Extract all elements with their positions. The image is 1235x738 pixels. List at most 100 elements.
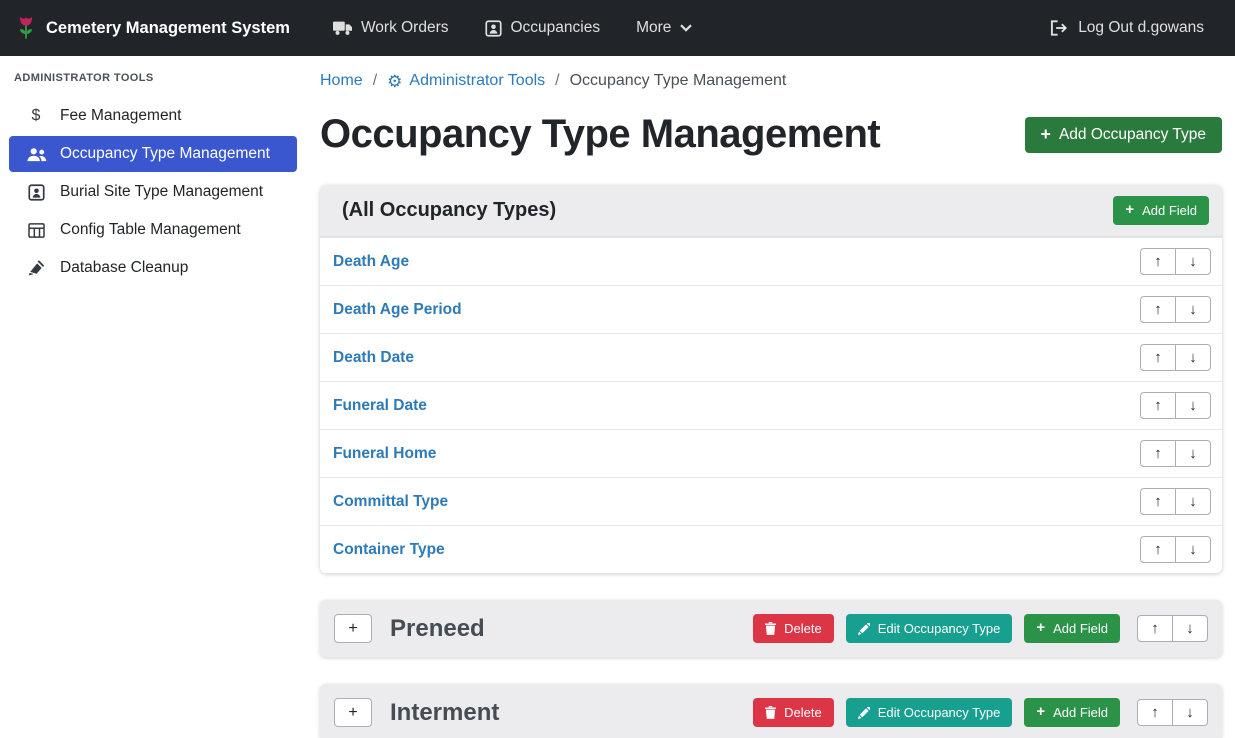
nav-occupancies[interactable]: Occupancies (470, 11, 616, 45)
move-down-button[interactable]: ↓ (1175, 392, 1211, 419)
field-link[interactable]: Funeral Home (333, 445, 436, 463)
move-down-button[interactable]: ↓ (1172, 615, 1208, 642)
breadcrumb-admin-label: Administrator Tools (409, 72, 545, 90)
main-layout: ADMINISTRATOR TOOLS $ Fee Management Occ… (0, 56, 1235, 738)
move-up-button[interactable]: ↑ (1140, 248, 1176, 275)
field-link[interactable]: Container Type (333, 541, 445, 559)
reorder-buttons: ↑ ↓ (1140, 488, 1211, 515)
arrow-down-icon: ↓ (1189, 254, 1197, 269)
arrow-down-icon: ↓ (1189, 302, 1197, 317)
add-field-button[interactable]: + Add Field (1113, 196, 1209, 225)
sidebar: ADMINISTRATOR TOOLS $ Fee Management Occ… (0, 56, 306, 738)
sidebar-item-label: Occupancy Type Management (60, 145, 270, 163)
arrow-up-icon: ↑ (1154, 494, 1162, 509)
move-up-button[interactable]: ↑ (1137, 615, 1173, 642)
move-down-button[interactable]: ↓ (1175, 248, 1211, 275)
section-title: Preneed (390, 615, 735, 643)
move-up-button[interactable]: ↑ (1140, 296, 1176, 323)
arrow-up-icon: ↑ (1154, 398, 1162, 413)
move-down-button[interactable]: ↓ (1175, 440, 1211, 467)
pencil-icon (858, 623, 870, 635)
breadcrumb-administrator-tools[interactable]: ⚙ Administrator Tools (387, 72, 545, 90)
add-field-label: Add Field (1142, 203, 1197, 218)
chevron-down-icon (680, 24, 692, 32)
pencil-icon (858, 707, 870, 719)
move-down-button[interactable]: ↓ (1175, 344, 1211, 371)
sidebar-item-label: Fee Management (60, 107, 182, 125)
move-up-button[interactable]: ↑ (1140, 344, 1176, 371)
table-icon (25, 223, 47, 238)
add-occupancy-type-label: Add Occupancy Type (1059, 126, 1206, 144)
sidebar-item-fee-management[interactable]: $ Fee Management (9, 98, 297, 134)
arrow-up-icon: ↑ (1151, 705, 1159, 720)
breadcrumb: Home / ⚙ Administrator Tools / Occupancy… (320, 72, 1222, 90)
trash-icon (765, 706, 776, 719)
plus-icon: + (1041, 126, 1051, 144)
sign-out-icon (1050, 20, 1069, 36)
field-link[interactable]: Death Date (333, 349, 414, 367)
field-row: Funeral Home ↑ ↓ (320, 429, 1222, 477)
move-down-button[interactable]: ↓ (1175, 488, 1211, 515)
dollar-icon: $ (25, 107, 47, 125)
add-field-button[interactable]: + Add Field (1024, 698, 1120, 727)
breadcrumb-home[interactable]: Home (320, 72, 363, 90)
field-link[interactable]: Death Age (333, 253, 409, 271)
plus-icon: + (1036, 705, 1045, 720)
app-brand[interactable]: Cemetery Management System (16, 15, 290, 42)
sidebar-item-occupancy-type-management[interactable]: Occupancy Type Management (9, 136, 297, 172)
arrow-up-icon: ↑ (1151, 621, 1159, 636)
arrow-down-icon: ↓ (1186, 705, 1194, 720)
arrow-down-icon: ↓ (1189, 494, 1197, 509)
nav-more[interactable]: More (621, 11, 707, 45)
field-row: Committal Type ↑ ↓ (320, 477, 1222, 525)
delete-button[interactable]: Delete (753, 698, 834, 727)
logout-link[interactable]: Log Out d.gowans (1035, 11, 1219, 45)
field-row: Death Age Period ↑ ↓ (320, 285, 1222, 333)
nav-work-orders[interactable]: Work Orders (318, 11, 464, 45)
field-row: Death Age ↑ ↓ (320, 237, 1222, 285)
nav-occupancies-label: Occupancies (511, 19, 601, 37)
arrow-down-icon: ↓ (1189, 446, 1197, 461)
logout-label: Log Out d.gowans (1078, 19, 1204, 37)
sidebar-item-config-table-management[interactable]: Config Table Management (9, 212, 297, 248)
sidebar-item-database-cleanup[interactable]: Database Cleanup (9, 250, 297, 286)
card-title: (All Occupancy Types) (342, 199, 556, 222)
move-up-button[interactable]: ↑ (1140, 488, 1176, 515)
plus-icon: + (348, 620, 357, 638)
expand-button[interactable]: + (334, 698, 372, 727)
add-field-label: Add Field (1053, 705, 1108, 720)
person-frame-icon (485, 20, 502, 37)
edit-occupancy-type-button[interactable]: Edit Occupancy Type (846, 614, 1013, 643)
move-up-button[interactable]: ↑ (1140, 536, 1176, 563)
broom-icon (25, 260, 47, 276)
delete-button[interactable]: Delete (753, 614, 834, 643)
move-down-button[interactable]: ↓ (1175, 536, 1211, 563)
field-link[interactable]: Death Age Period (333, 301, 462, 319)
move-up-button[interactable]: ↑ (1140, 440, 1176, 467)
move-down-button[interactable]: ↓ (1175, 296, 1211, 323)
field-row: Container Type ↑ ↓ (320, 525, 1222, 573)
app-root: Cemetery Management System Work Orders (0, 0, 1235, 738)
trash-icon (765, 622, 776, 635)
move-down-button[interactable]: ↓ (1172, 699, 1208, 726)
edit-occupancy-type-label: Edit Occupancy Type (878, 705, 1001, 720)
top-navbar: Cemetery Management System Work Orders (0, 0, 1235, 56)
add-field-button[interactable]: + Add Field (1024, 614, 1120, 643)
field-link[interactable]: Funeral Date (333, 397, 427, 415)
add-field-label: Add Field (1053, 621, 1108, 636)
sidebar-item-burial-site-type-management[interactable]: Burial Site Type Management (9, 174, 297, 210)
field-row: Death Date ↑ ↓ (320, 333, 1222, 381)
field-link[interactable]: Committal Type (333, 493, 448, 511)
arrow-down-icon: ↓ (1189, 542, 1197, 557)
reorder-buttons: ↑ ↓ (1140, 536, 1211, 563)
plus-icon: + (348, 704, 357, 722)
sidebar-item-label: Database Cleanup (60, 259, 188, 277)
section-title: Interment (390, 699, 735, 727)
arrow-up-icon: ↑ (1154, 302, 1162, 317)
sidebar-item-label: Config Table Management (60, 221, 241, 239)
add-occupancy-type-button[interactable]: + Add Occupancy Type (1025, 117, 1222, 153)
move-up-button[interactable]: ↑ (1140, 392, 1176, 419)
edit-occupancy-type-button[interactable]: Edit Occupancy Type (846, 698, 1013, 727)
move-up-button[interactable]: ↑ (1137, 699, 1173, 726)
expand-button[interactable]: + (334, 614, 372, 643)
